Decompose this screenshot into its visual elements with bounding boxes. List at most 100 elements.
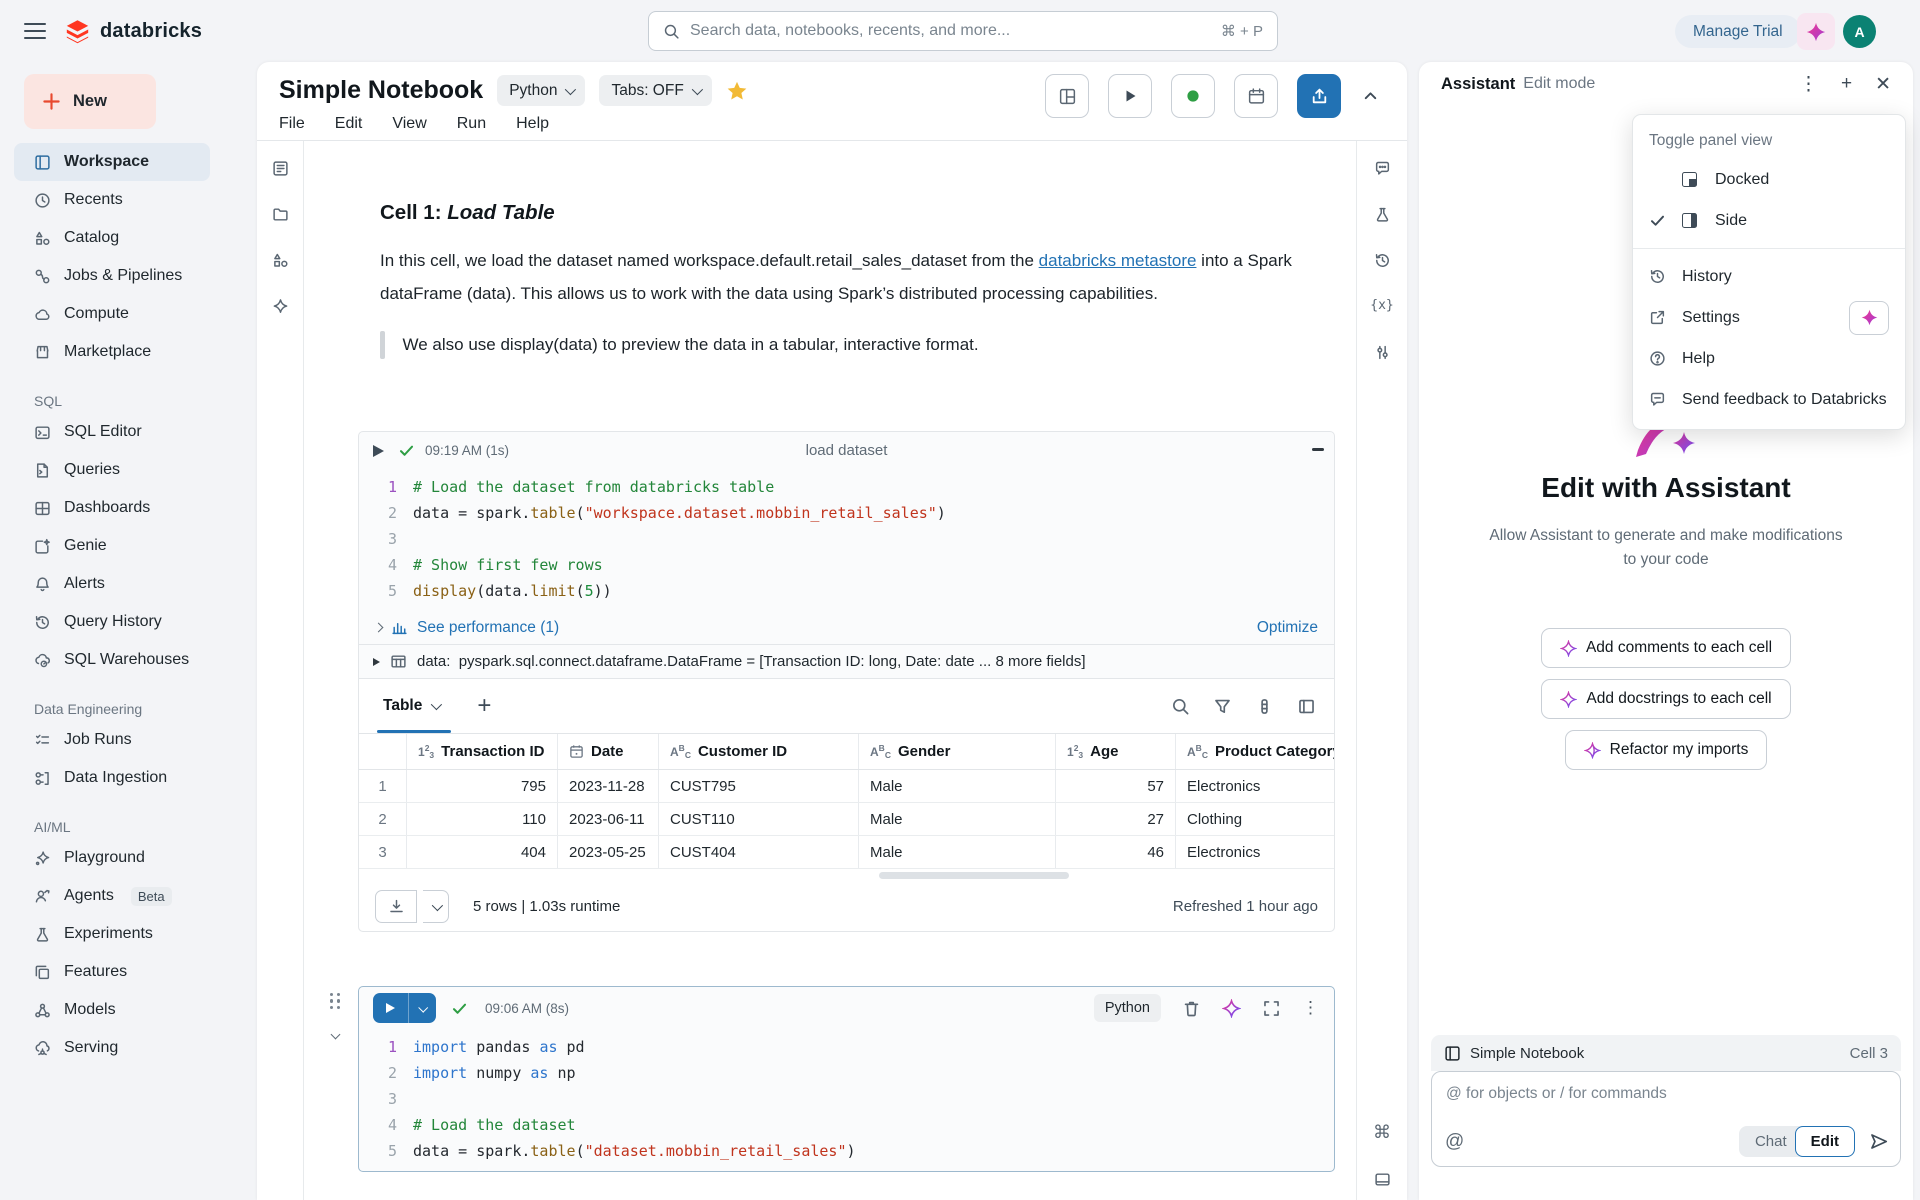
sidebar-item-query-history[interactable]: Query History xyxy=(14,603,210,641)
suggestion-add-docstrings[interactable]: Add docstrings to each cell xyxy=(1541,679,1790,719)
code-editor[interactable]: 1# Load the dataset from databricks tabl… xyxy=(359,469,1334,611)
cluster-status-button[interactable] xyxy=(1171,74,1215,118)
send-icon[interactable] xyxy=(1869,1132,1888,1151)
code-line[interactable]: 3 xyxy=(359,1086,1334,1112)
menu-item-settings[interactable]: Settings xyxy=(1633,297,1905,338)
code-editor[interactable]: 1import pandas as pd2import numpy as np3… xyxy=(359,1029,1334,1171)
hamburger-menu-icon[interactable] xyxy=(24,19,46,44)
download-options-button[interactable] xyxy=(423,890,449,923)
share-button[interactable] xyxy=(1297,74,1341,118)
workspace-files-button[interactable] xyxy=(272,206,289,252)
tab-table[interactable]: Table xyxy=(381,679,441,733)
run-all-button[interactable] xyxy=(1108,74,1152,118)
mention-button[interactable]: @ xyxy=(1445,1131,1464,1153)
code-line[interactable]: 4# Show first few rows xyxy=(359,552,1334,578)
run-button[interactable] xyxy=(373,993,409,1023)
shortcuts-button[interactable]: ⌘ xyxy=(1373,1122,1391,1143)
search-results-icon[interactable] xyxy=(1171,697,1190,716)
assistant-rail-button[interactable] xyxy=(272,298,289,344)
search-input[interactable] xyxy=(690,22,1211,40)
metastore-link[interactable]: databricks metastore xyxy=(1039,251,1197,270)
menu-item-help[interactable]: Help xyxy=(1633,338,1905,379)
sidebar-item-recents[interactable]: Recents xyxy=(14,181,210,219)
sidebar-item-dashboards[interactable]: Dashboards xyxy=(14,489,210,527)
sidebar-item-catalog[interactable]: Catalog xyxy=(14,219,210,257)
catalog-browser-button[interactable] xyxy=(272,252,289,298)
code-line[interactable]: 3 xyxy=(359,526,1334,552)
menu-help[interactable]: Help xyxy=(516,115,549,133)
menu-edit[interactable]: Edit xyxy=(335,115,363,133)
code-cell-1[interactable]: load dataset 09:19 AM (1s) 1# Load the d… xyxy=(358,431,1335,932)
assistant-sparkle-button[interactable] xyxy=(1797,13,1835,50)
drag-handle-icon[interactable] xyxy=(330,993,341,1009)
code-line[interactable]: 1import pandas as pd xyxy=(359,1034,1334,1060)
add-visualization-button[interactable]: + xyxy=(477,692,491,720)
table-row[interactable]: 21102023-06-11CUST110Male27Clothing xyxy=(359,803,1334,836)
menu-item-history[interactable]: History xyxy=(1633,256,1905,297)
sidebar-item-marketplace[interactable]: Marketplace xyxy=(14,333,210,371)
menu-item-docked[interactable]: Docked xyxy=(1633,159,1905,200)
side-panel-icon[interactable] xyxy=(1297,697,1316,716)
edit-mode-button[interactable]: Edit xyxy=(1795,1126,1855,1157)
chat-mode-button[interactable]: Chat xyxy=(1739,1126,1801,1157)
column-header[interactable]: 123Age xyxy=(1056,734,1176,769)
fullscreen-icon[interactable] xyxy=(1262,999,1281,1018)
run-cell-split-button[interactable] xyxy=(373,993,436,1023)
sidebar-item-serving[interactable]: Serving xyxy=(14,1029,210,1067)
assistant-cell-icon[interactable] xyxy=(1222,999,1241,1018)
notebook-title[interactable]: Simple Notebook xyxy=(279,76,483,105)
see-performance-link[interactable]: See performance (1) xyxy=(417,619,559,637)
markdown-cell[interactable]: Cell 1: Load Table In this cell, we load… xyxy=(380,201,1336,359)
environment-settings-button[interactable] xyxy=(1374,344,1391,390)
sidebar-item-playground[interactable]: Playground xyxy=(14,839,210,877)
sidebar-item-experiments[interactable]: Experiments xyxy=(14,915,210,953)
assistant-menu-icon[interactable]: ⋮ xyxy=(1799,73,1818,96)
comments-button[interactable] xyxy=(1374,160,1391,206)
sidebar-item-compute[interactable]: Compute xyxy=(14,295,210,333)
cell-language-badge[interactable]: Python xyxy=(1094,994,1161,1022)
sidebar-item-sql-editor[interactable]: SQL Editor xyxy=(14,413,210,451)
columns-icon[interactable] xyxy=(1255,697,1274,716)
sidebar-item-data-ingestion[interactable]: Data Ingestion xyxy=(14,759,210,797)
sidebar-item-queries[interactable]: Queries xyxy=(14,451,210,489)
sidebar-item-workspace[interactable]: Workspace xyxy=(14,143,210,181)
expand-output-icon[interactable] xyxy=(373,658,380,666)
menu-item-side[interactable]: Side xyxy=(1633,200,1905,241)
menu-file[interactable]: File xyxy=(279,115,305,133)
cell-resize-handle[interactable] xyxy=(1312,448,1324,451)
close-icon[interactable]: ✕ xyxy=(1875,73,1891,96)
filter-icon[interactable] xyxy=(1213,697,1232,716)
sidebar-item-job-runs[interactable]: Job Runs xyxy=(14,721,210,759)
terminal-panel-icon[interactable] xyxy=(1374,1171,1391,1188)
code-line[interactable]: 2data = spark.table("workspace.dataset.m… xyxy=(359,500,1334,526)
sidebar-item-features[interactable]: Features xyxy=(14,953,210,991)
delete-cell-icon[interactable] xyxy=(1182,999,1201,1018)
new-button[interactable]: New xyxy=(24,74,156,129)
code-cell-2[interactable]: 09:06 AM (8s) Python ⋮ 1import pandas as… xyxy=(358,986,1335,1172)
databricks-logo[interactable]: databricks xyxy=(64,18,202,45)
code-line[interactable]: 1# Load the dataset from databricks tabl… xyxy=(359,474,1334,500)
code-line[interactable]: 5data = spark.table("dataset.mobbin_reta… xyxy=(359,1138,1334,1164)
column-header[interactable]: ABCCustomer ID xyxy=(659,734,859,769)
assistant-input-box[interactable]: @ for objects or / for commands @ Chat E… xyxy=(1431,1071,1901,1167)
menu-item-feedback[interactable]: Send feedback to Databricks xyxy=(1633,379,1905,420)
table-of-contents-button[interactable] xyxy=(272,160,289,206)
dashboard-layout-button[interactable] xyxy=(1045,74,1089,118)
suggestion-refactor-imports[interactable]: Refactor my imports xyxy=(1565,730,1768,770)
menu-run[interactable]: Run xyxy=(457,115,486,133)
suggestion-add-comments[interactable]: Add comments to each cell xyxy=(1541,628,1791,668)
language-selector[interactable]: Python xyxy=(497,75,585,106)
new-thread-icon[interactable]: + xyxy=(1841,73,1852,95)
expand-chevron-icon[interactable] xyxy=(374,623,384,633)
column-header[interactable]: ABCGender xyxy=(859,734,1056,769)
column-header[interactable]: 123Transaction ID xyxy=(407,734,558,769)
schedule-button[interactable] xyxy=(1234,74,1278,118)
table-row[interactable]: 17952023-11-28CUST795Male57Electronics xyxy=(359,770,1334,803)
column-header[interactable]: ABCProduct Category xyxy=(1176,734,1334,769)
sidebar-item-jobs-pipelines[interactable]: Jobs & Pipelines xyxy=(14,257,210,295)
global-search[interactable]: ⌘ + P xyxy=(648,11,1278,51)
sidebar-item-models[interactable]: Models xyxy=(14,991,210,1029)
run-options-button[interactable] xyxy=(409,993,436,1023)
sidebar-item-sql-warehouses[interactable]: SQL Warehouses xyxy=(14,641,210,679)
horizontal-scrollbar[interactable] xyxy=(359,869,1334,882)
